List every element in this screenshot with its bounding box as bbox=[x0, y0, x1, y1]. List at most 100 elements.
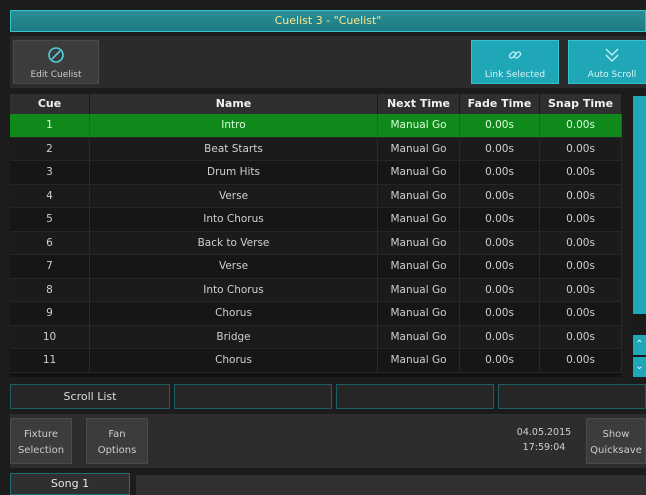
cue-name-cell[interactable]: Verse bbox=[90, 184, 378, 207]
date-time-display: 04.05.2015 17:59:04 bbox=[510, 425, 578, 455]
next-time-cell[interactable]: Manual Go bbox=[378, 161, 460, 184]
table-row[interactable]: 1 Intro Manual Go 0.00s 0.00s bbox=[10, 114, 622, 138]
header-name[interactable]: Name bbox=[90, 94, 378, 114]
table-header: Cue Name Next Time Fade Time Snap Time bbox=[10, 94, 622, 114]
tab-song-1[interactable]: Song 1 bbox=[10, 473, 130, 495]
snap-time-cell[interactable]: 0.00s bbox=[540, 114, 622, 137]
header-snap-time[interactable]: Snap Time bbox=[540, 94, 622, 114]
next-time-cell[interactable]: Manual Go bbox=[378, 349, 460, 372]
snap-time-cell[interactable]: 0.00s bbox=[540, 302, 622, 325]
cue-name-cell[interactable]: Back to Verse bbox=[90, 231, 378, 254]
scrollbar-thumb[interactable] bbox=[633, 96, 646, 314]
snap-time-cell[interactable]: 0.00s bbox=[540, 278, 622, 301]
cue-number-cell[interactable]: 8 bbox=[10, 278, 90, 301]
cue-name-cell[interactable]: Intro bbox=[90, 114, 378, 137]
link-selected-button[interactable]: Link Selected bbox=[471, 40, 559, 84]
next-time-cell[interactable]: Manual Go bbox=[378, 231, 460, 254]
show-quicksave-button[interactable]: Show Quicksave bbox=[586, 418, 646, 464]
header-cue[interactable]: Cue bbox=[10, 94, 90, 114]
snap-time-cell[interactable]: 0.00s bbox=[540, 231, 622, 254]
table-row[interactable]: 2 Beat Starts Manual Go 0.00s 0.00s bbox=[10, 137, 622, 161]
window-title: Cuelist 3 - "Cuelist" bbox=[274, 14, 382, 27]
cue-number-cell[interactable]: 6 bbox=[10, 231, 90, 254]
cue-name-cell[interactable]: Into Chorus bbox=[90, 208, 378, 231]
cue-number-cell[interactable]: 4 bbox=[10, 184, 90, 207]
next-time-cell[interactable]: Manual Go bbox=[378, 184, 460, 207]
snap-time-cell[interactable]: 0.00s bbox=[540, 349, 622, 372]
cue-name-cell[interactable]: Chorus bbox=[90, 349, 378, 372]
cue-name-cell[interactable]: Into Chorus bbox=[90, 278, 378, 301]
empty-slot-2[interactable] bbox=[174, 384, 332, 409]
auto-scroll-button[interactable]: Auto Scroll bbox=[568, 40, 646, 84]
fade-time-cell[interactable]: 0.00s bbox=[460, 161, 540, 184]
cue-number-cell[interactable]: 3 bbox=[10, 161, 90, 184]
edit-cuelist-button[interactable]: Edit Cuelist bbox=[13, 40, 99, 84]
fade-time-cell[interactable]: 0.00s bbox=[460, 255, 540, 278]
fan-options-button[interactable]: Fan Options bbox=[86, 418, 148, 464]
show-quicksave-label-line1: Show bbox=[602, 429, 630, 440]
cue-number-cell[interactable]: 5 bbox=[10, 208, 90, 231]
cue-number-cell[interactable]: 1 bbox=[10, 114, 90, 137]
fade-time-cell[interactable]: 0.00s bbox=[460, 325, 540, 348]
scroll-list-button[interactable]: Scroll List bbox=[10, 384, 170, 409]
next-time-cell[interactable]: Manual Go bbox=[378, 114, 460, 137]
cue-number-cell[interactable]: 7 bbox=[10, 255, 90, 278]
cue-name-cell[interactable]: Beat Starts bbox=[90, 137, 378, 160]
fixture-selection-label-line1: Fixture bbox=[23, 429, 59, 440]
table-row[interactable]: 11 Chorus Manual Go 0.00s 0.00s bbox=[10, 349, 622, 373]
cue-number-cell[interactable]: 2 bbox=[10, 137, 90, 160]
auto-scroll-label: Auto Scroll bbox=[587, 70, 637, 80]
scroll-down-button[interactable]: ⌄ bbox=[633, 357, 646, 377]
cue-number-cell[interactable]: 11 bbox=[10, 349, 90, 372]
next-time-cell[interactable]: Manual Go bbox=[378, 278, 460, 301]
cue-number-cell[interactable]: 9 bbox=[10, 302, 90, 325]
next-time-cell[interactable]: Manual Go bbox=[378, 302, 460, 325]
chevron-down-icon: ⌄ bbox=[635, 361, 644, 372]
auto-scroll-icon bbox=[569, 44, 646, 66]
tab-song-label: Song 1 bbox=[50, 477, 90, 490]
snap-time-cell[interactable]: 0.00s bbox=[540, 208, 622, 231]
cue-name-cell[interactable]: Bridge bbox=[90, 325, 378, 348]
next-time-cell[interactable]: Manual Go bbox=[378, 137, 460, 160]
fade-time-cell[interactable]: 0.00s bbox=[460, 137, 540, 160]
fade-time-cell[interactable]: 0.00s bbox=[460, 349, 540, 372]
fixture-selection-button[interactable]: Fixture Selection bbox=[10, 418, 72, 464]
snap-time-cell[interactable]: 0.00s bbox=[540, 137, 622, 160]
fade-time-cell[interactable]: 0.00s bbox=[460, 114, 540, 137]
cue-name-cell[interactable]: Verse bbox=[90, 255, 378, 278]
time-text: 17:59:04 bbox=[522, 442, 566, 453]
empty-slot-3[interactable] bbox=[336, 384, 494, 409]
table-row[interactable]: 5 Into Chorus Manual Go 0.00s 0.00s bbox=[10, 208, 622, 232]
link-selected-label: Link Selected bbox=[484, 70, 546, 80]
next-time-cell[interactable]: Manual Go bbox=[378, 208, 460, 231]
cue-name-cell[interactable]: Drum Hits bbox=[90, 161, 378, 184]
table-row[interactable]: 8 Into Chorus Manual Go 0.00s 0.00s bbox=[10, 278, 622, 302]
header-fade-time[interactable]: Fade Time bbox=[460, 94, 540, 114]
header-next-time[interactable]: Next Time bbox=[378, 94, 460, 114]
scroll-up-button[interactable]: ⌃ bbox=[633, 335, 646, 355]
table-row[interactable]: 10 Bridge Manual Go 0.00s 0.00s bbox=[10, 325, 622, 349]
empty-slot-4[interactable] bbox=[498, 384, 646, 409]
next-time-cell[interactable]: Manual Go bbox=[378, 255, 460, 278]
cue-number-cell[interactable]: 10 bbox=[10, 325, 90, 348]
table-row[interactable]: 9 Chorus Manual Go 0.00s 0.00s bbox=[10, 302, 622, 326]
fade-time-cell[interactable]: 0.00s bbox=[460, 208, 540, 231]
edit-cuelist-label: Edit Cuelist bbox=[30, 70, 82, 80]
fade-time-cell[interactable]: 0.00s bbox=[460, 184, 540, 207]
cue-name-cell[interactable]: Chorus bbox=[90, 302, 378, 325]
table-row[interactable]: 7 Verse Manual Go 0.00s 0.00s bbox=[10, 255, 622, 279]
fade-time-cell[interactable]: 0.00s bbox=[460, 302, 540, 325]
chevron-up-icon: ⌃ bbox=[635, 339, 644, 350]
snap-time-cell[interactable]: 0.00s bbox=[540, 255, 622, 278]
next-time-cell[interactable]: Manual Go bbox=[378, 325, 460, 348]
fade-time-cell[interactable]: 0.00s bbox=[460, 231, 540, 254]
table-row[interactable]: 3 Drum Hits Manual Go 0.00s 0.00s bbox=[10, 161, 622, 185]
toolbar: Edit Cuelist Link Selected Auto Scroll bbox=[10, 36, 646, 88]
tab-strip-empty bbox=[136, 475, 646, 495]
fade-time-cell[interactable]: 0.00s bbox=[460, 278, 540, 301]
snap-time-cell[interactable]: 0.00s bbox=[540, 184, 622, 207]
snap-time-cell[interactable]: 0.00s bbox=[540, 325, 622, 348]
table-row[interactable]: 6 Back to Verse Manual Go 0.00s 0.00s bbox=[10, 231, 622, 255]
table-row[interactable]: 4 Verse Manual Go 0.00s 0.00s bbox=[10, 184, 622, 208]
snap-time-cell[interactable]: 0.00s bbox=[540, 161, 622, 184]
